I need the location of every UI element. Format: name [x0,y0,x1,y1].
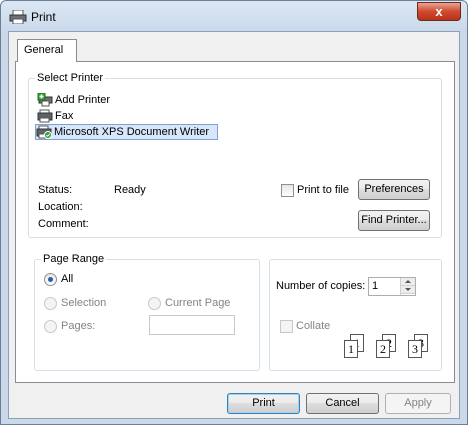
printer-item-fax[interactable]: Fax [37,108,73,124]
print-button[interactable]: Print [227,393,300,414]
tab-general-label: General [24,44,64,56]
printer-default-icon [36,125,52,139]
printer-item-add-printer[interactable]: Add Printer [37,92,110,108]
radio-current-page[interactable] [148,297,161,310]
window-title: Print [31,10,56,24]
printer-item-label: Add Printer [55,94,111,106]
radio-pages[interactable] [44,320,57,333]
collate-pages-3-icon: 3 3 [408,334,430,360]
preferences-button[interactable]: Preferences [358,179,430,200]
collate-pages-2-icon: 2 2 [376,334,398,360]
status-value: Ready [114,184,146,196]
radio-selection[interactable] [44,297,57,310]
find-printer-button[interactable]: Find Printer... [358,210,430,231]
collate-checkbox[interactable] [280,320,293,333]
collate-page-front: 3 [408,340,422,358]
radio-current-page-label: Current Page [165,297,231,309]
fax-icon [37,109,53,123]
copies-spinner [400,278,415,295]
copies-group: Number of copies: 1 Collate 1 1 2 2 3 [269,259,442,371]
pages-input[interactable] [149,315,235,335]
apply-button[interactable]: Apply [385,393,451,414]
collate-label: Collate [296,320,331,332]
close-icon: x [435,4,443,19]
general-tab-panel: Select Printer Add Printer Fax Microsoft… [15,61,455,383]
radio-pages-label: Pages: [61,320,96,332]
spin-up-icon[interactable] [401,278,415,286]
dialog-client-area: General Select Printer Add Printer Fax M… [8,31,460,419]
select-printer-group-label: Select Printer [35,72,106,84]
status-label: Status: [38,184,73,196]
print-to-file-label: Print to file [297,184,349,196]
cancel-button[interactable]: Cancel [306,393,379,414]
printer-item-label: Fax [55,110,74,122]
page-range-group-label: Page Range [41,253,107,265]
page-range-group: Page Range All Selection Current Page Pa… [34,253,260,371]
location-label: Location: [38,201,83,213]
printer-item-label: Microsoft XPS Document Writer [54,126,210,138]
add-printer-icon [37,93,53,107]
print-to-file-checkbox[interactable] [281,184,294,197]
collate-page-front: 1 [344,340,358,358]
print-dialog: Print x General Select Printer Add Print… [0,0,468,425]
spin-down-icon[interactable] [401,286,415,294]
radio-all-label: All [61,273,74,285]
radio-selection-label: Selection [61,297,107,309]
tab-general[interactable]: General [17,39,77,62]
copies-label: Number of copies: [276,280,366,292]
printer-icon [9,10,27,24]
title-bar[interactable]: Print x [1,1,467,33]
close-button[interactable]: x [417,2,461,21]
collate-pages-1-icon: 1 1 [344,334,366,360]
printer-item-microsoft-xps[interactable]: Microsoft XPS Document Writer [35,124,219,140]
radio-all[interactable] [44,273,57,286]
comment-label: Comment: [38,218,89,230]
collate-page-front: 2 [376,340,390,358]
select-printer-group: Select Printer Add Printer Fax Microsoft… [28,72,442,238]
